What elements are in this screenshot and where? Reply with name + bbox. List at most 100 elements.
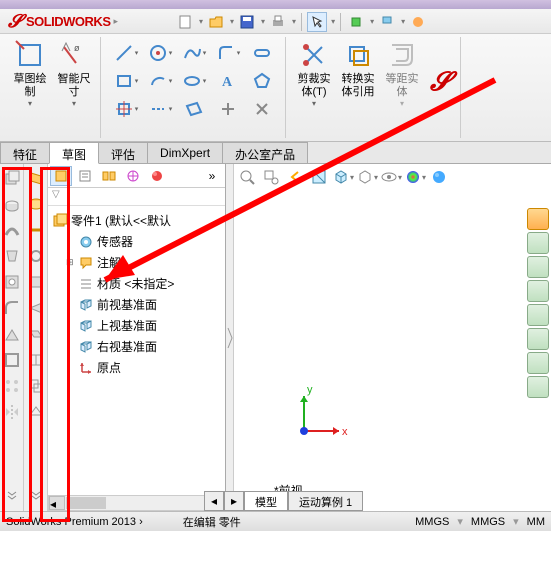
plane-tool[interactable] — [177, 95, 211, 123]
line-tool[interactable]: ▾ — [109, 39, 143, 67]
previous-view-icon[interactable] — [284, 166, 306, 188]
polygon-tool[interactable] — [245, 67, 279, 95]
offset-button[interactable]: 等距实 体 ▾ — [382, 39, 422, 124]
zoom-fit-icon[interactable] — [236, 166, 258, 188]
feature-fillet-icon[interactable] — [2, 298, 22, 318]
tab-features[interactable]: 特征 — [0, 142, 50, 163]
sketch-button[interactable]: 草图绘 制 ▾ — [10, 39, 50, 124]
qat-print[interactable] — [268, 12, 288, 32]
dimxpert-manager-tab[interactable] — [122, 166, 144, 186]
feature-manager-tab[interactable] — [50, 166, 72, 186]
status-units-3[interactable]: MM — [527, 516, 545, 528]
feature-pattern-icon[interactable] — [2, 376, 22, 396]
feature-sweep-icon[interactable] — [2, 220, 22, 240]
qat-save[interactable] — [237, 12, 257, 32]
panel-menu-icon[interactable]: » — [201, 166, 223, 186]
qat-options[interactable] — [377, 12, 397, 32]
ellipse-tool[interactable]: ▾ — [177, 67, 211, 95]
point-tool[interactable]: ▾ — [109, 95, 143, 123]
horizontal-scrollbar[interactable]: ◂ ▸ — [48, 495, 225, 511]
taskpane-custom-icon[interactable] — [527, 352, 549, 374]
fillet-tool[interactable]: ▾ — [211, 39, 245, 67]
model-tab[interactable]: 模型 — [244, 491, 288, 511]
surface-extrude-icon[interactable] — [26, 168, 46, 188]
surface-planar-icon[interactable] — [26, 402, 46, 422]
slot-tool[interactable] — [245, 39, 279, 67]
tree-item-material[interactable]: 材质 <未指定> — [66, 273, 221, 294]
qat-open[interactable] — [206, 12, 226, 32]
taskpane-palette-icon[interactable] — [527, 304, 549, 326]
surface-offset-icon[interactable] — [26, 376, 46, 396]
dropdown-icon[interactable]: ▾ — [261, 17, 265, 26]
tree-item-sensors[interactable]: 传感器 — [66, 231, 221, 252]
tree-item-top-plane[interactable]: 上视基准面 — [66, 315, 221, 336]
tree-item-right-plane[interactable]: 右视基准面 — [66, 336, 221, 357]
taskpane-library-icon[interactable] — [527, 232, 549, 254]
qat-rebuild[interactable] — [346, 12, 366, 32]
tab-scroll-right[interactable]: ▸ — [224, 491, 244, 511]
tree-item-annotations[interactable]: ⊞ 注解 — [66, 252, 221, 273]
feature-revolve-icon[interactable] — [2, 194, 22, 214]
taskpane-forum-icon[interactable] — [527, 376, 549, 398]
display-manager-tab[interactable] — [146, 166, 168, 186]
qat-new[interactable] — [175, 12, 195, 32]
graphics-viewport[interactable]: ▾ ▾ ▾ ▾ x y *前视 ◂ ▸ — [234, 164, 551, 511]
feature-mirror-icon[interactable] — [2, 402, 22, 422]
trim-button[interactable]: 剪裁实 体(T) ▾ — [294, 39, 334, 124]
rectangle-tool[interactable]: ▾ — [109, 67, 143, 95]
dropdown-icon[interactable]: ▾ — [230, 17, 234, 26]
status-units-1[interactable]: MMGS — [415, 516, 449, 528]
feature-loft-icon[interactable] — [2, 246, 22, 266]
dropdown-icon[interactable]: ▾ — [331, 17, 335, 26]
convert-button[interactable]: 转换实 体引用 — [338, 39, 378, 124]
centerline-tool[interactable]: ▾ — [143, 95, 177, 123]
feature-cut-icon[interactable] — [2, 272, 22, 292]
tab-scroll-left[interactable]: ◂ — [204, 491, 224, 511]
property-manager-tab[interactable] — [74, 166, 96, 186]
qat-appearance[interactable] — [408, 12, 428, 32]
surface-knit-icon[interactable] — [26, 350, 46, 370]
expand-icon[interactable]: ⊞ — [66, 257, 78, 268]
smart-dimension-button[interactable]: ø 智能尺 寸 ▾ — [54, 39, 94, 124]
scroll-left-icon[interactable]: ◂ — [49, 496, 65, 510]
taskpane-explorer-icon[interactable] — [527, 256, 549, 278]
configuration-manager-tab[interactable] — [98, 166, 120, 186]
expand-icon[interactable] — [2, 485, 22, 505]
filter-bar[interactable]: ▽ — [48, 188, 225, 206]
dropdown-icon[interactable]: ▾ — [292, 17, 296, 26]
more-icon[interactable] — [211, 95, 245, 123]
scroll-thumb[interactable] — [66, 497, 106, 509]
dropdown-icon[interactable]: ▾ — [370, 17, 374, 26]
tree-item-front-plane[interactable]: 前视基准面 — [66, 294, 221, 315]
surface-extend-icon[interactable] — [26, 324, 46, 344]
feature-shell-icon[interactable] — [2, 350, 22, 370]
circle-tool[interactable]: ▾ — [143, 39, 177, 67]
panel-splitter[interactable] — [226, 164, 234, 511]
zoom-area-icon[interactable] — [260, 166, 282, 188]
tree-item-origin[interactable]: 原点 — [66, 357, 221, 378]
section-view-icon[interactable] — [308, 166, 330, 188]
motion-study-tab[interactable]: 运动算例 1 — [288, 491, 363, 511]
expand-icon[interactable] — [26, 485, 46, 505]
taskpane-resources-icon[interactable] — [527, 208, 549, 230]
apply-scene-icon[interactable] — [428, 166, 450, 188]
arc-tool[interactable]: ▾ — [143, 67, 177, 95]
qat-select[interactable] — [307, 12, 327, 32]
tree-root[interactable]: 零件1 (默认<<默认 — [52, 210, 221, 231]
text-tool[interactable]: A — [211, 67, 245, 95]
surface-sweep-icon[interactable] — [26, 220, 46, 240]
feature-rib-icon[interactable] — [2, 324, 22, 344]
spline-tool[interactable]: ▾ — [177, 39, 211, 67]
surface-loft-icon[interactable] — [26, 246, 46, 266]
tab-evaluate[interactable]: 评估 — [98, 142, 148, 163]
surface-trim-icon[interactable] — [26, 298, 46, 318]
view-orientation-icon[interactable]: ▾ — [332, 166, 354, 188]
taskpane-search-icon[interactable] — [527, 280, 549, 302]
hide-show-icon[interactable]: ▾ — [380, 166, 402, 188]
taskpane-appearances-icon[interactable] — [527, 328, 549, 350]
edit-appearance-icon[interactable]: ▾ — [404, 166, 426, 188]
tab-office[interactable]: 办公室产品 — [222, 142, 308, 163]
dropdown-icon[interactable]: ▾ — [401, 17, 405, 26]
surface-revolve-icon[interactable] — [26, 194, 46, 214]
tab-dimxpert[interactable]: DimXpert — [147, 142, 223, 163]
